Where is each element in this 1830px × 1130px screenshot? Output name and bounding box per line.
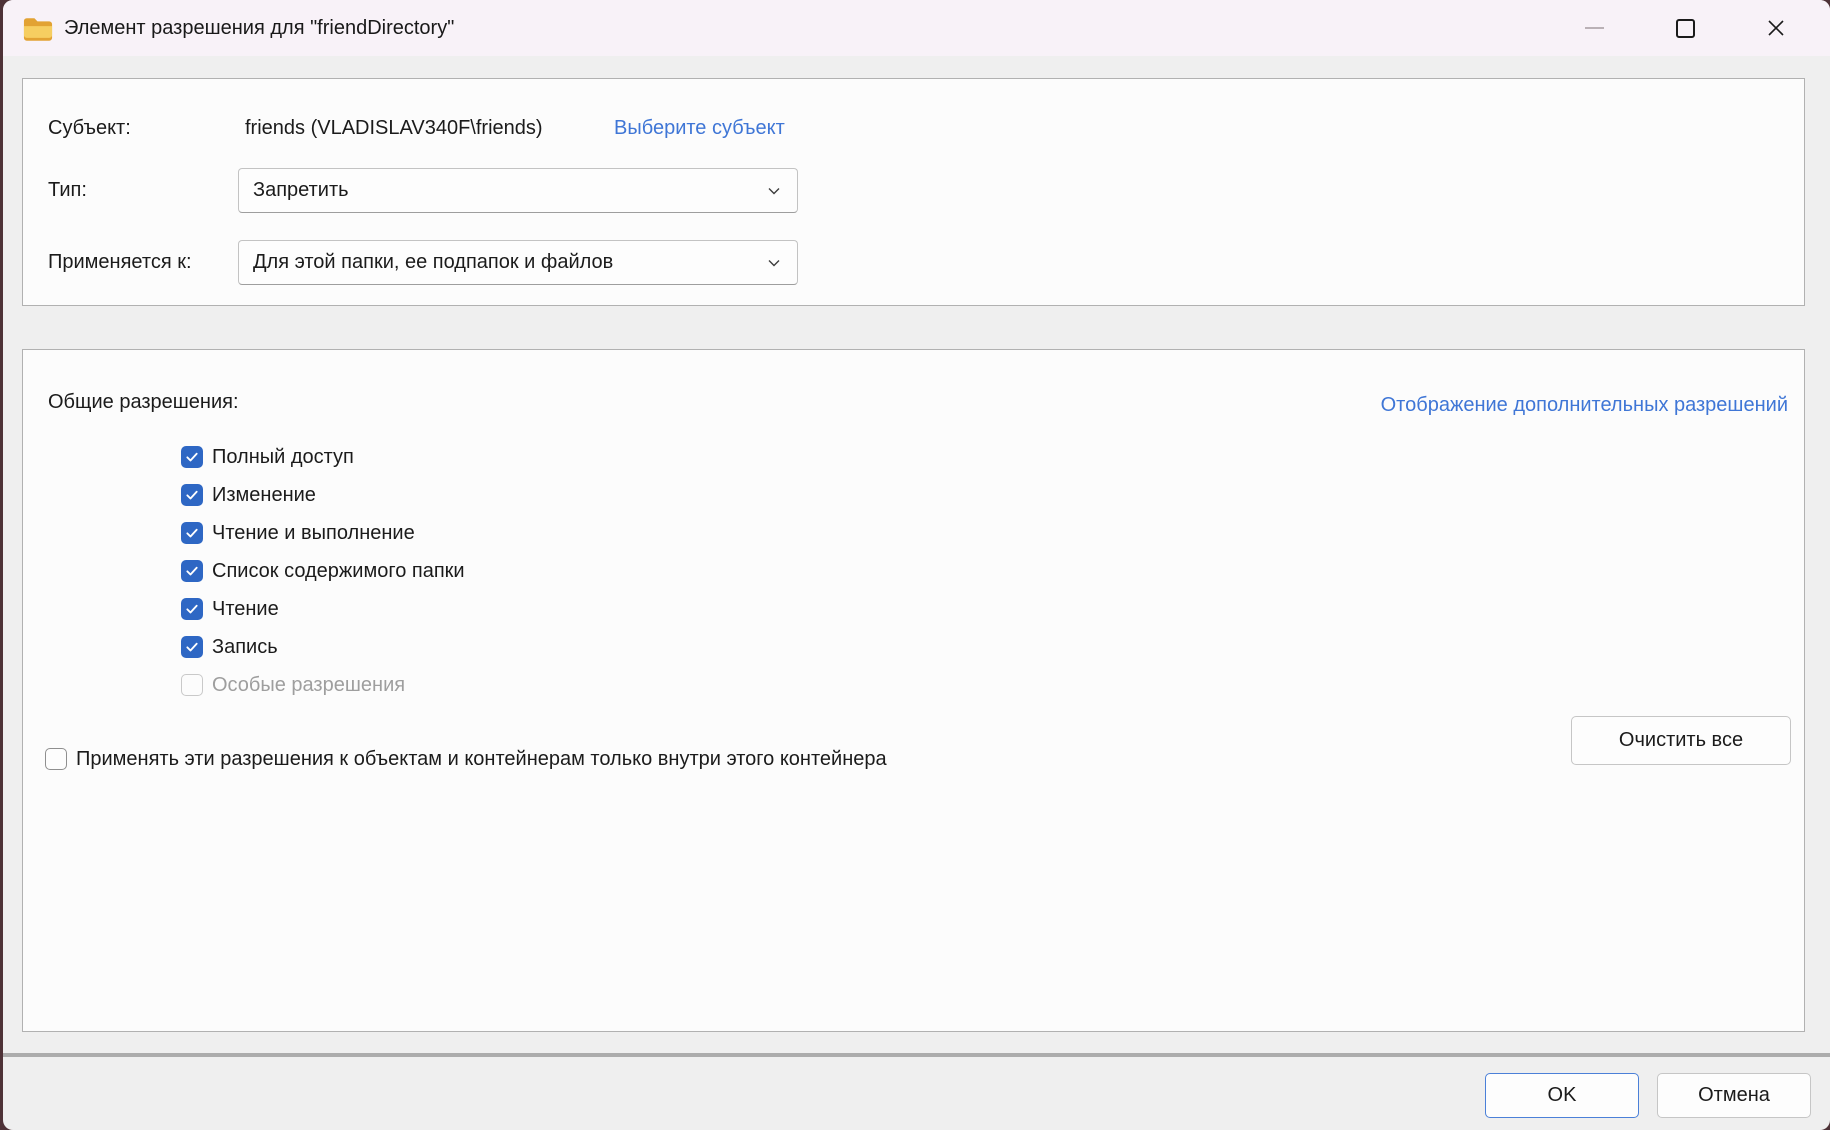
type-label: Тип: [48, 179, 87, 201]
permission-label: Список содержимого папки [212, 559, 465, 582]
permissions-list: Полный доступ Изменение Чтение и выполне… [181, 438, 465, 704]
minimize-button [1564, 8, 1624, 48]
permission-entry-dialog: Элемент разрешения для "friendDirectory"… [3, 0, 1830, 1130]
basic-permissions-label: Общие разрешения: [48, 391, 239, 413]
permission-row-write[interactable]: Запись [181, 628, 465, 666]
apply-only-label: Применять эти разрешения к объектам и ко… [76, 747, 887, 770]
maximize-icon [1675, 18, 1695, 38]
checkbox-icon[interactable] [45, 748, 67, 770]
ok-button[interactable]: OK [1485, 1073, 1639, 1118]
show-advanced-permissions-link[interactable]: Отображение дополнительных разрешений [1381, 394, 1788, 417]
clear-all-button[interactable]: Очистить все [1571, 716, 1791, 765]
checkbox-icon[interactable] [181, 560, 203, 582]
type-dropdown-value: Запретить [253, 179, 349, 201]
checkbox-icon[interactable] [181, 484, 203, 506]
permission-row-list-folder[interactable]: Список содержимого папки [181, 552, 465, 590]
permission-row-read[interactable]: Чтение [181, 590, 465, 628]
principal-panel: Субъект: friends (VLADISLAV340F\friends)… [22, 78, 1805, 306]
chevron-down-icon [766, 255, 782, 271]
chevron-down-icon [766, 183, 782, 199]
checkbox-icon[interactable] [181, 636, 203, 658]
permission-label: Полный доступ [212, 445, 354, 468]
folder-icon [23, 17, 53, 41]
close-icon [1768, 20, 1784, 36]
checkbox-icon[interactable] [181, 598, 203, 620]
window-title: Элемент разрешения для "friendDirectory" [64, 16, 455, 39]
titlebar: Элемент разрешения для "friendDirectory" [3, 0, 1830, 56]
minimize-icon [1584, 27, 1604, 29]
permissions-panel: Общие разрешения: Отображение дополнител… [22, 349, 1805, 1032]
apply-only-checkbox-row[interactable]: Применять эти разрешения к объектам и ко… [45, 740, 887, 778]
permission-label: Изменение [212, 483, 316, 506]
permission-label: Запись [212, 635, 278, 658]
applies-to-label: Применяется к: [48, 251, 192, 273]
permission-row-modify[interactable]: Изменение [181, 476, 465, 514]
checkbox-icon[interactable] [181, 446, 203, 468]
subject-label: Субъект: [48, 117, 131, 139]
applies-to-dropdown[interactable]: Для этой папки, ее подпапок и файлов [238, 240, 798, 285]
permission-label: Особые разрешения [212, 673, 406, 696]
checkbox-icon[interactable] [181, 522, 203, 544]
footer-divider [3, 1053, 1830, 1057]
maximize-button[interactable] [1655, 8, 1715, 48]
cancel-button[interactable]: Отмена [1657, 1073, 1811, 1118]
applies-to-dropdown-value: Для этой папки, ее подпапок и файлов [253, 251, 614, 273]
checkbox-icon [181, 674, 203, 696]
permission-row-special: Особые разрешения [181, 666, 465, 704]
subject-value: friends (VLADISLAV340F\friends) [245, 117, 543, 139]
permission-row-read-execute[interactable]: Чтение и выполнение [181, 514, 465, 552]
type-dropdown[interactable]: Запретить [238, 168, 798, 213]
close-button[interactable] [1746, 8, 1806, 48]
permission-label: Чтение и выполнение [212, 521, 415, 544]
permission-label: Чтение [212, 597, 279, 620]
select-subject-link[interactable]: Выберите субъект [614, 117, 785, 140]
permission-row-full-control[interactable]: Полный доступ [181, 438, 465, 476]
